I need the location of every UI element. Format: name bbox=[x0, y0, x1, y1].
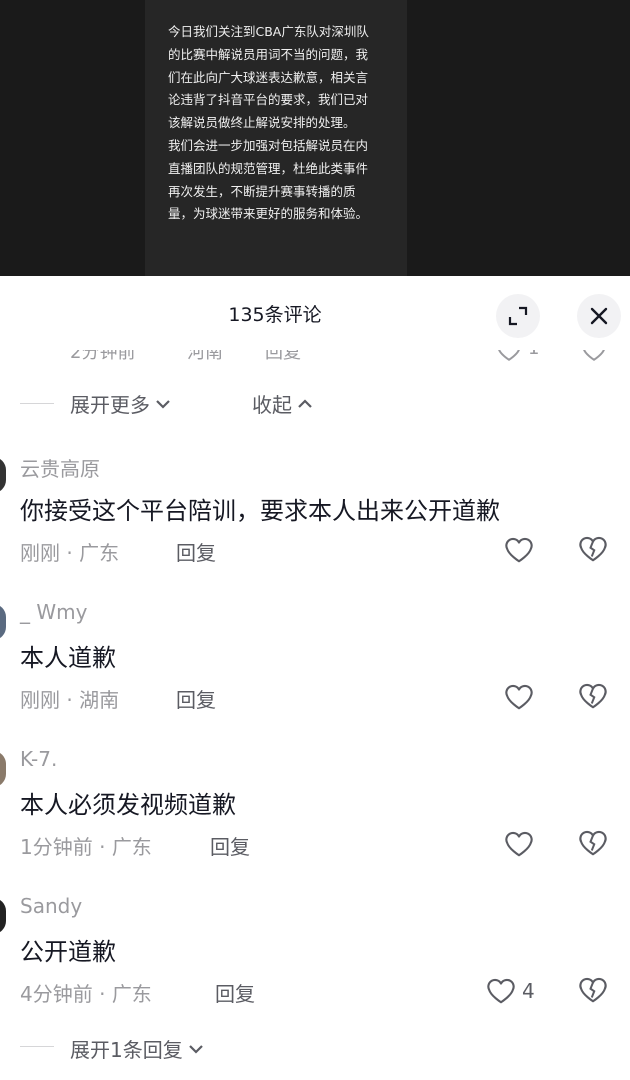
comment-text: 本人道歉 bbox=[20, 644, 116, 672]
chevron-up-icon bbox=[298, 398, 312, 408]
chevron-down-icon bbox=[156, 399, 170, 409]
comment-time: 4分钟前 bbox=[20, 982, 93, 1006]
dislike-button[interactable] bbox=[578, 682, 608, 712]
dislike-button[interactable] bbox=[578, 535, 608, 565]
reply-button[interactable]: 回复 bbox=[210, 831, 250, 860]
comment-username[interactable]: K-7. bbox=[20, 747, 57, 771]
comment-text: 公开道歉 bbox=[20, 938, 116, 966]
apology-notice: 今日我们关注到CBA广东队对深圳队 的比赛中解说员用词不当的问题，我 们在此向广… bbox=[145, 0, 407, 276]
avatar[interactable] bbox=[0, 751, 6, 787]
divider-line bbox=[20, 403, 54, 404]
comment-item[interactable]: 云贵高原 你接受这个平台陪训，要求本人出来公开道歉 刚刚 · 广东 回复 bbox=[0, 451, 630, 591]
avatar[interactable] bbox=[0, 898, 6, 934]
expand-icon bbox=[508, 306, 528, 326]
comment-time: 1分钟前 bbox=[20, 835, 93, 859]
show-more-label: 展开更多 bbox=[70, 393, 150, 417]
close-icon bbox=[590, 307, 608, 325]
reply-controls-row: 展开更多 收起 bbox=[0, 385, 630, 421]
divider-line bbox=[20, 1046, 54, 1047]
heart-icon bbox=[487, 978, 515, 1004]
comment-location: 广东 bbox=[79, 541, 120, 565]
comment-username[interactable]: _ Wmy bbox=[20, 600, 87, 624]
dislike-button[interactable] bbox=[578, 829, 608, 859]
comment-time: 刚刚 bbox=[20, 688, 60, 712]
expand-replies-row: 展开1条回复 bbox=[0, 1028, 630, 1068]
close-button[interactable] bbox=[577, 294, 621, 338]
avatar[interactable] bbox=[0, 604, 6, 640]
comment-item[interactable]: _ Wmy 本人道歉 刚刚 · 湖南 回复 bbox=[0, 598, 630, 738]
comment-location: 湖南 bbox=[79, 688, 120, 712]
video-area[interactable]: 今日我们关注到CBA广东队对深圳队 的比赛中解说员用词不当的问题，我 们在此向广… bbox=[0, 0, 630, 276]
like-count: 4 bbox=[522, 979, 535, 1003]
expand-replies-label: 展开1条回复 bbox=[70, 1038, 183, 1062]
expand-replies-button[interactable]: 展开1条回复 bbox=[70, 1034, 206, 1063]
comment-meta: 1分钟前 · 广东 bbox=[20, 835, 152, 859]
broken-heart-icon bbox=[579, 830, 607, 856]
reply-button[interactable]: 回复 bbox=[176, 684, 216, 713]
like-button[interactable] bbox=[504, 829, 540, 859]
collapse-button[interactable]: 收起 bbox=[252, 389, 315, 418]
avatar[interactable] bbox=[0, 457, 6, 493]
reply-button[interactable]: 回复 bbox=[176, 537, 216, 566]
comments-header: 135条评论 bbox=[0, 276, 630, 350]
show-more-button[interactable]: 展开更多 bbox=[70, 389, 173, 418]
comments-panel: 2分钟前 河南 回复 1 135条评论 展开更多 bbox=[0, 276, 630, 1080]
expand-button[interactable] bbox=[496, 294, 540, 338]
dislike-button[interactable] bbox=[578, 976, 608, 1006]
like-button[interactable]: 4 bbox=[486, 976, 535, 1006]
broken-heart-icon bbox=[579, 683, 607, 709]
broken-heart-icon bbox=[579, 977, 607, 1003]
comment-meta: 4分钟前 · 广东 bbox=[20, 982, 152, 1006]
comment-text: 你接受这个平台陪训，要求本人出来公开道歉 bbox=[20, 497, 500, 525]
comment-text: 本人必须发视频道歉 bbox=[20, 791, 236, 819]
comments-count-title: 135条评论 bbox=[228, 304, 322, 326]
comment-username[interactable]: Sandy bbox=[20, 894, 82, 918]
heart-icon bbox=[505, 684, 533, 710]
heart-icon bbox=[505, 831, 533, 857]
collapse-label: 收起 bbox=[252, 393, 292, 417]
reply-button[interactable]: 回复 bbox=[215, 978, 255, 1007]
heart-icon bbox=[505, 537, 533, 563]
comment-item[interactable]: Sandy 公开道歉 4分钟前 · 广东 回复 4 bbox=[0, 892, 630, 1032]
comment-time: 刚刚 bbox=[20, 541, 60, 565]
comment-username[interactable]: 云贵高原 bbox=[20, 453, 100, 482]
comment-item[interactable]: K-7. 本人必须发视频道歉 1分钟前 · 广东 回复 bbox=[0, 745, 630, 885]
broken-heart-icon bbox=[579, 536, 607, 562]
chevron-down-icon bbox=[188, 1044, 203, 1054]
comment-location: 广东 bbox=[111, 835, 152, 859]
comment-location: 广东 bbox=[111, 982, 152, 1006]
notice-text: 今日我们关注到CBA广东队对深圳队 的比赛中解说员用词不当的问题，我 们在此向广… bbox=[168, 24, 369, 222]
like-button[interactable] bbox=[504, 535, 540, 565]
comment-meta: 刚刚 · 湖南 bbox=[20, 688, 120, 712]
like-button[interactable] bbox=[504, 682, 540, 712]
comment-meta: 刚刚 · 广东 bbox=[20, 541, 120, 565]
